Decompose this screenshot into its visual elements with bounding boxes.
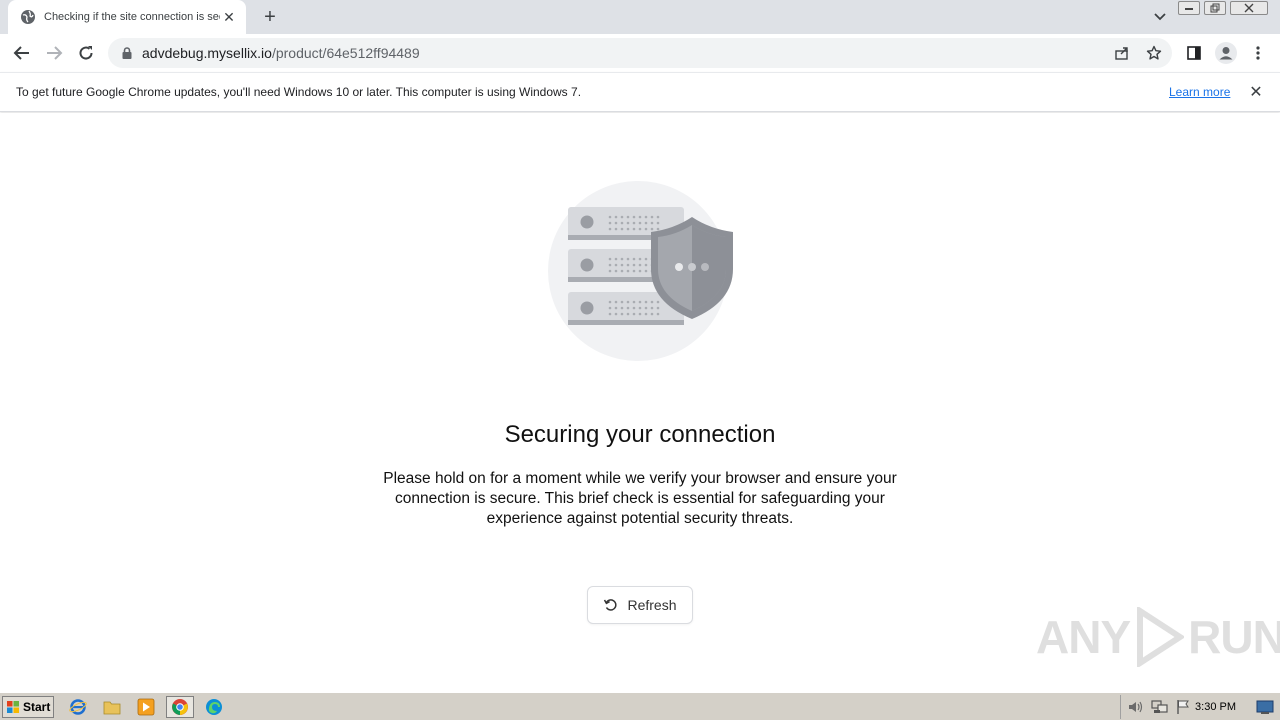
chrome-menu-icon[interactable] <box>1246 41 1270 65</box>
show-desktop-icon[interactable] <box>1256 699 1274 715</box>
start-button[interactable]: Start <box>2 696 54 718</box>
active-tab[interactable]: Checking if the site connection is secur… <box>8 0 246 34</box>
infobar-message: To get future Google Chrome updates, you… <box>16 85 582 99</box>
forward-arrow-icon[interactable] <box>42 41 66 65</box>
system-tray: 3:30 PM <box>1120 695 1280 719</box>
window-close-button[interactable] <box>1230 1 1268 15</box>
media-player-icon[interactable] <box>132 696 160 718</box>
edge-icon[interactable] <box>200 696 228 718</box>
new-tab-button[interactable]: + <box>258 6 282 28</box>
update-infobar: To get future Google Chrome updates, you… <box>0 72 1280 112</box>
tab-search-chevron-icon[interactable] <box>1150 8 1170 26</box>
address-bar[interactable]: advdebug.mysellix.io/product/64e512ff944… <box>108 38 1172 68</box>
url-path: /product/64e512ff94489 <box>271 45 420 61</box>
file-explorer-icon[interactable] <box>98 696 126 718</box>
browser-window: Checking if the site connection is secur… <box>0 0 1280 720</box>
profile-avatar-icon[interactable] <box>1214 41 1238 65</box>
internet-explorer-icon[interactable] <box>64 696 92 718</box>
restore-button[interactable] <box>1204 1 1226 15</box>
page-title: Securing your connection <box>504 421 776 448</box>
url-host: advdebug.mysellix.io <box>142 45 272 61</box>
minimize-button[interactable] <box>1178 1 1200 15</box>
system-clock[interactable]: 3:30 PM <box>1195 701 1236 713</box>
windows-logo-icon <box>6 700 20 714</box>
tab-title: Checking if the site connection is secur… <box>44 11 220 23</box>
server-shield-illustration <box>540 177 740 367</box>
refresh-label: Refresh <box>627 597 677 613</box>
page-content: Securing your connection Please hold on … <box>0 113 1280 691</box>
learn-more-link[interactable]: Learn more <box>1169 85 1230 99</box>
tab-strip: Checking if the site connection is secur… <box>0 0 1280 34</box>
reload-icon[interactable] <box>74 41 98 65</box>
globe-icon <box>20 9 36 25</box>
infobar-close-icon[interactable]: ✕ <box>1248 83 1264 101</box>
network-icon[interactable] <box>1151 699 1169 715</box>
share-icon[interactable] <box>1110 41 1134 65</box>
refresh-icon <box>603 597 619 613</box>
refresh-button[interactable]: Refresh <box>587 586 693 624</box>
chrome-taskbar-icon[interactable] <box>166 696 194 718</box>
page-description: Please hold on for a moment while we ver… <box>383 470 897 527</box>
play-triangle-icon <box>1134 607 1185 667</box>
watermark-run: RUN <box>1188 611 1280 663</box>
volume-icon[interactable] <box>1127 699 1145 715</box>
watermark-any: ANY <box>1036 611 1131 663</box>
action-center-flag-icon[interactable] <box>1175 699 1191 715</box>
bookmark-star-icon[interactable] <box>1142 41 1166 65</box>
lock-icon[interactable] <box>120 46 134 60</box>
window-controls <box>1178 1 1268 15</box>
back-arrow-icon[interactable] <box>10 41 34 65</box>
start-label: Start <box>23 700 51 714</box>
side-panel-icon[interactable] <box>1182 41 1206 65</box>
tab-close-icon[interactable]: ✕ <box>220 8 238 26</box>
browser-toolbar: advdebug.mysellix.io/product/64e512ff944… <box>0 34 1280 72</box>
anyrun-watermark: ANY RUN <box>1036 607 1280 667</box>
windows-taskbar: Start 3:30 PM <box>0 692 1280 720</box>
